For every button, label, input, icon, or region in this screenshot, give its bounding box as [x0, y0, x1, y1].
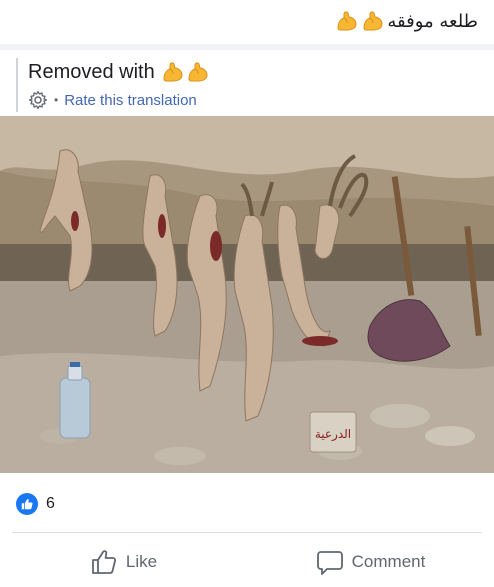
comment-button[interactable]: Comment — [247, 540, 494, 584]
flexed-biceps-emoji-icon — [186, 61, 210, 83]
like-label: Like — [125, 552, 158, 571]
like-icon — [21, 499, 33, 510]
sign-text: الدرعية — [315, 427, 351, 442]
separator-dot: • — [54, 93, 59, 107]
translation-label: Removed with — [28, 60, 155, 83]
reactions-summary[interactable]: 6 — [16, 492, 55, 516]
comment-icon — [316, 551, 343, 575]
post-header: طلعه موفقه — [0, 0, 494, 44]
flexed-biceps-emoji-icon — [335, 10, 359, 32]
actions-divider — [12, 532, 482, 533]
rate-translation-row: • Rate this translation — [28, 90, 456, 110]
like-reaction-icon — [16, 493, 38, 515]
post-actions: Like Comment — [0, 540, 494, 584]
section-divider — [0, 44, 494, 50]
post-original-text: طلعه موفقه — [335, 10, 478, 32]
photo-scene: الدرعية — [0, 116, 494, 473]
translation-text: Removed with — [28, 58, 456, 86]
gear-icon[interactable] — [28, 90, 48, 110]
like-button[interactable]: Like — [0, 540, 247, 584]
post-photo[interactable]: الدرعية — [0, 116, 494, 473]
translation-block: Removed with • Rate this translation — [16, 58, 456, 112]
post-text: طلعه موفقه — [387, 10, 478, 32]
thumbs-up-icon — [92, 550, 116, 574]
reaction-count: 6 — [46, 495, 55, 512]
comment-label: Comment — [351, 552, 426, 571]
translation-emoji — [161, 61, 210, 83]
flexed-biceps-emoji-icon — [361, 10, 385, 32]
flexed-biceps-emoji-icon — [161, 61, 185, 83]
rate-translation-link[interactable]: Rate this translation — [64, 92, 197, 109]
